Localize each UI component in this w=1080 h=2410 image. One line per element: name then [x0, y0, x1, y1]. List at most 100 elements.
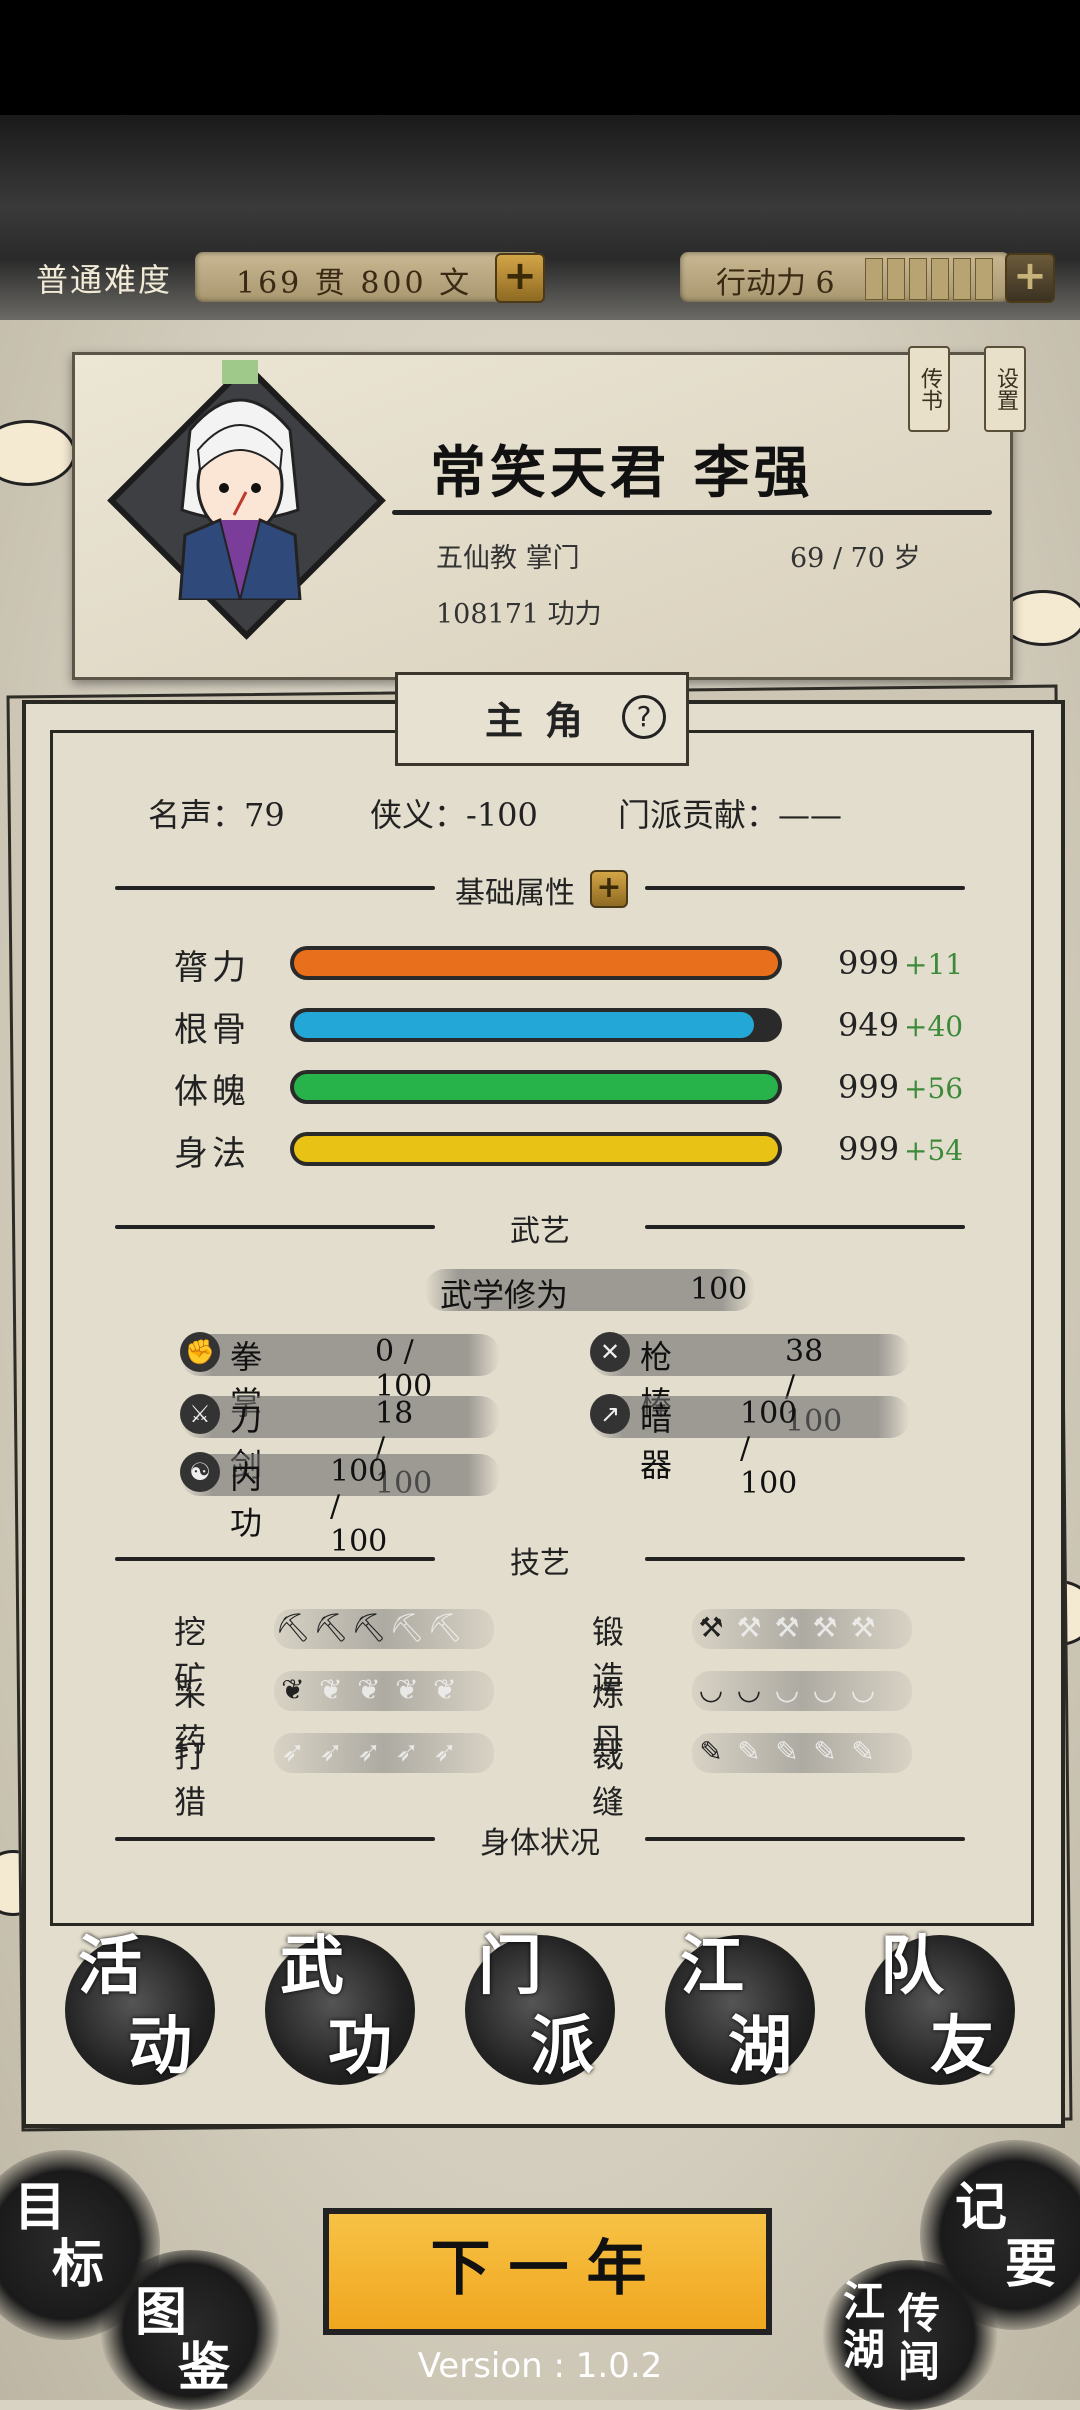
- craft-level-strip[interactable]: ⛏⛏⛏⛏⛏: [274, 1609, 494, 1649]
- needle-icon: ✎: [813, 1735, 837, 1768]
- pickaxe-icon: ⛏: [351, 1611, 387, 1644]
- herb-icon: ❦: [357, 1673, 381, 1706]
- attribute-bonus: +54: [904, 1134, 964, 1167]
- settings-tag-button[interactable]: 设置: [984, 346, 1026, 432]
- action-point-segment: [909, 258, 927, 300]
- craft-label: 裁缝: [592, 1737, 625, 1821]
- martial-skill-row[interactable]: [590, 1334, 910, 1376]
- panel-tab-label: 主角: [485, 698, 606, 743]
- action-points-meter: [865, 258, 993, 300]
- cultivation-value: 100: [690, 1272, 748, 1307]
- body-section-title: 身体状况: [480, 1826, 600, 1861]
- martial-skill-name: 内功: [230, 1458, 263, 1542]
- attribute-bonus: +11: [904, 948, 964, 981]
- martial-skill-name: 暗器: [640, 1400, 673, 1484]
- attribute-value: 999: [838, 1130, 900, 1168]
- difficulty-label: 普通难度: [36, 261, 173, 299]
- bowl-icon: ◡: [774, 1673, 800, 1706]
- nav-teammates-label-1: 队: [880, 1929, 944, 2004]
- sword-icon: ⚔: [180, 1394, 220, 1434]
- craft-level-strip[interactable]: ⚒ ⚒ ⚒ ⚒ ⚒: [692, 1609, 912, 1649]
- money-value: 169 贯 800 文: [236, 266, 473, 301]
- martial-skill-value: 100 / 100: [740, 1396, 798, 1501]
- bowl-icon: ◡: [736, 1673, 762, 1706]
- martial-skill-row[interactable]: [180, 1396, 500, 1438]
- letter-tag-button[interactable]: 传书: [908, 346, 950, 432]
- action-points-value: 行动力 6: [716, 266, 835, 301]
- needle-icon: ✎: [737, 1735, 761, 1768]
- nav-martial-label-2: 功: [328, 2009, 392, 2084]
- attribute-label: 膂力: [174, 948, 250, 988]
- add-action-points-button[interactable]: +: [1005, 253, 1055, 303]
- bow-icon: ➶: [395, 1735, 419, 1768]
- action-point-segment: [931, 258, 949, 300]
- help-icon[interactable]: ?: [622, 695, 666, 739]
- nav-jianghu-label-2: 湖: [728, 2009, 792, 2084]
- nav-teammates-label-2: 友: [930, 2009, 994, 2084]
- craft-level-strip[interactable]: ◡ ◡ ◡ ◡ ◡: [692, 1671, 912, 1711]
- notes-label-1: 记: [955, 2177, 1008, 2238]
- dart-icon: ↗: [590, 1394, 630, 1434]
- attributes-section-title: 基础属性: [455, 876, 575, 911]
- needle-icon: ✎: [775, 1735, 799, 1768]
- top-black-band: [0, 0, 1080, 115]
- attribute-label: 体魄: [174, 1072, 250, 1112]
- character-avatar[interactable]: [160, 360, 320, 600]
- action-point-segment: [887, 258, 905, 300]
- anvil-icon: ⚒: [850, 1611, 876, 1644]
- action-point-segment: [865, 258, 883, 300]
- fame-stat: 名声：79: [148, 796, 285, 834]
- attribute-bar-fill: [294, 950, 778, 976]
- attribute-value: 999: [838, 1068, 900, 1106]
- character-power: 108171 功力: [436, 599, 602, 630]
- attribute-bar: [290, 1070, 782, 1104]
- section-rule: [645, 1225, 965, 1229]
- notes-label-2: 要: [1005, 2234, 1058, 2295]
- craft-level-strip[interactable]: ➶ ➶ ➶ ➶ ➶: [274, 1733, 494, 1773]
- section-rule: [115, 1225, 435, 1229]
- attribute-bar: [290, 1132, 782, 1166]
- fist-icon: ✊: [180, 1332, 220, 1372]
- herb-icon: ❦: [281, 1673, 305, 1706]
- version-label: Version : 1.0.2: [417, 2346, 663, 2386]
- anvil-icon: ⚒: [736, 1611, 762, 1644]
- goals-label-2: 标: [52, 2234, 105, 2295]
- nav-activity-label-1: 活: [78, 1929, 142, 2004]
- craft-level-strip[interactable]: ❦ ❦ ❦ ❦ ❦: [274, 1671, 494, 1711]
- martial-skill-row[interactable]: [180, 1334, 500, 1376]
- martial-section-title: 武艺: [510, 1214, 570, 1249]
- herb-icon: ❦: [395, 1673, 419, 1706]
- next-year-button[interactable]: 下一年: [323, 2208, 772, 2335]
- pickaxe-icon: ⛏: [275, 1611, 311, 1644]
- anvil-icon: ⚒: [812, 1611, 838, 1644]
- craft-label: 打猎: [174, 1737, 207, 1821]
- attribute-bar-fill: [294, 1136, 778, 1162]
- add-money-button[interactable]: +: [495, 253, 545, 303]
- bow-icon: ➶: [433, 1735, 457, 1768]
- nav-sect-label-1: 门: [478, 1929, 542, 2004]
- attribute-bar: [290, 946, 782, 980]
- character-title-name: 常笑天君 李强: [430, 440, 814, 506]
- needle-icon: ✎: [851, 1735, 875, 1768]
- pickaxe-icon: ⛏: [313, 1611, 349, 1644]
- section-rule: [645, 1557, 965, 1561]
- name-underline: [392, 510, 992, 515]
- bow-icon: ➶: [319, 1735, 343, 1768]
- bow-icon: ➶: [357, 1735, 381, 1768]
- nav-activity-label-2: 动: [128, 2009, 192, 2084]
- attribute-label: 根骨: [174, 1010, 250, 1050]
- martial-skill-value: 0 / 100: [375, 1334, 433, 1404]
- pickaxe-icon: ⛏: [427, 1611, 463, 1644]
- craft-level-strip[interactable]: ✎ ✎ ✎ ✎ ✎: [692, 1733, 912, 1773]
- attribute-bar: [290, 1008, 782, 1042]
- bowl-icon: ◡: [850, 1673, 876, 1706]
- add-attributes-button[interactable]: +: [590, 870, 628, 908]
- section-rule: [645, 886, 965, 890]
- needle-icon: ✎: [699, 1735, 723, 1768]
- spear-icon: ✕: [590, 1332, 630, 1372]
- attribute-label: 身法: [174, 1134, 250, 1174]
- nav-jianghu-label-1: 江: [680, 1929, 744, 2004]
- section-rule: [115, 886, 435, 890]
- attribute-bonus: +56: [904, 1072, 964, 1105]
- sect-role: 五仙教 掌门: [436, 543, 580, 574]
